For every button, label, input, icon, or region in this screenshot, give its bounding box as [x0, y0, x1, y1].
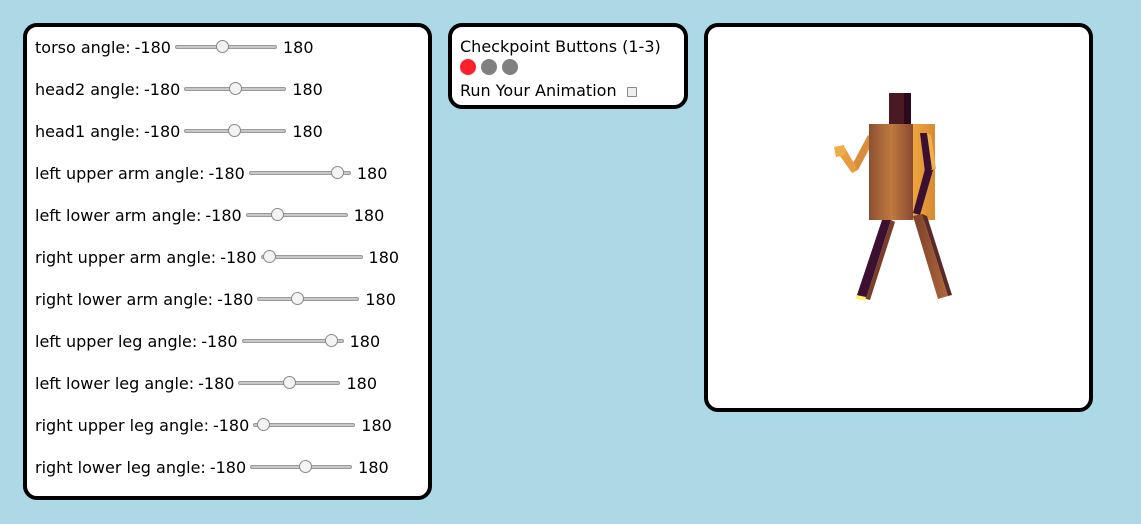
slider-track[interactable] — [257, 297, 360, 301]
slider-min-label: -180 — [144, 121, 181, 141]
slider-thumb[interactable] — [228, 124, 242, 137]
slider-max-label: 180 — [349, 331, 381, 351]
angle-slider[interactable] — [174, 38, 277, 56]
checkpoint-panel: Checkpoint Buttons (1-3) Run Your Animat… — [448, 23, 688, 109]
sliders-panel: torso angle: -180 180 head2 angle: -180 180 he… — [23, 23, 432, 500]
slider-min-label: -180 — [198, 373, 235, 393]
slider-thumb[interactable] — [229, 82, 243, 95]
slider-thumb[interactable] — [298, 460, 312, 473]
figure-model — [834, 93, 952, 301]
figure-right-leg — [913, 214, 948, 299]
slider-row: right lower arm angle: -180 180 — [35, 288, 396, 310]
slider-min-label: -180 — [134, 37, 171, 57]
checkpoint-button-2[interactable] — [481, 59, 497, 75]
slider-label: left upper arm angle: — [35, 163, 205, 183]
slider-track[interactable] — [260, 255, 363, 259]
slider-row: head1 angle: -180 180 — [35, 120, 323, 142]
angle-slider[interactable] — [245, 206, 348, 224]
slider-row: right upper leg angle: -180 180 — [35, 414, 392, 436]
slider-min-label: -180 — [220, 247, 257, 267]
slider-thumb[interactable] — [216, 40, 230, 53]
slider-row: left upper arm angle: -180 180 — [35, 162, 387, 184]
slider-label: head2 angle: — [35, 79, 140, 99]
slider-row: right lower leg angle: -180 180 — [35, 456, 389, 478]
slider-max-label: 180 — [365, 289, 396, 309]
slider-thumb[interactable] — [257, 418, 271, 431]
slider-max-label: 180 — [292, 79, 323, 99]
slider-min-label: -180 — [201, 331, 238, 351]
slider-thumb[interactable] — [262, 250, 276, 263]
angle-slider[interactable] — [253, 416, 356, 434]
run-animation-checkbox[interactable] — [626, 87, 637, 97]
angle-slider[interactable] — [241, 332, 344, 350]
slider-label: right upper leg angle: — [35, 415, 209, 435]
slider-row: left upper leg angle: -180 180 — [35, 330, 380, 352]
slider-min-label: -180 — [217, 289, 254, 309]
figure-torso — [869, 124, 913, 220]
slider-thumb[interactable] — [325, 334, 339, 347]
slider-max-label: 180 — [353, 205, 385, 225]
angle-slider[interactable] — [248, 164, 351, 182]
slider-label: right upper arm angle: — [35, 247, 217, 267]
slider-label: left lower leg angle: — [35, 373, 195, 393]
angle-slider[interactable] — [184, 122, 287, 140]
figure-head — [889, 93, 904, 124]
figure-head-side — [904, 93, 911, 124]
render-canvas[interactable] — [704, 23, 1093, 412]
angle-slider[interactable] — [184, 80, 287, 98]
slider-max-label: 180 — [358, 457, 389, 477]
checkpoint-button-3[interactable] — [502, 59, 518, 75]
run-animation-label: Run Your Animation — [460, 81, 617, 100]
slider-max-label: 180 — [356, 163, 388, 183]
slider-row: left lower arm angle: -180 180 — [35, 204, 384, 226]
slider-row: torso angle: -180 180 — [35, 36, 314, 58]
slider-min-label: -180 — [144, 79, 181, 99]
slider-min-label: -180 — [205, 205, 242, 225]
slider-row: head2 angle: -180 180 — [35, 78, 323, 100]
slider-thumb[interactable] — [331, 166, 345, 179]
angle-slider[interactable] — [238, 374, 341, 392]
slider-thumb[interactable] — [283, 376, 297, 389]
angle-slider[interactable] — [260, 248, 363, 266]
angle-slider[interactable] — [250, 458, 353, 476]
checkpoint-buttons — [460, 59, 518, 75]
slider-thumb[interactable] — [291, 292, 305, 305]
slider-max-label: 180 — [292, 121, 323, 141]
slider-max-label: 180 — [346, 373, 377, 393]
slider-thumb[interactable] — [270, 208, 284, 221]
figure-viewport — [834, 93, 952, 301]
slider-min-label: -180 — [212, 415, 250, 435]
angle-slider[interactable] — [257, 290, 360, 308]
checkpoint-button-1[interactable] — [460, 59, 476, 75]
slider-label: head1 angle: — [35, 121, 140, 141]
slider-max-label: 180 — [368, 247, 400, 267]
slider-track[interactable] — [245, 213, 348, 217]
checkpoint-title: Checkpoint Buttons (1-3) — [460, 37, 661, 56]
slider-label: left upper leg angle: — [35, 331, 198, 351]
slider-label: torso angle: — [35, 37, 131, 57]
slider-max-label: 180 — [282, 37, 314, 57]
slider-label: right lower leg angle: — [35, 457, 206, 477]
slider-min-label: -180 — [208, 163, 245, 183]
slider-row: right upper arm angle: -180 180 — [35, 246, 399, 268]
figure-left-hand — [834, 145, 846, 157]
slider-max-label: 180 — [361, 415, 392, 435]
slider-label: left lower arm angle: — [35, 205, 202, 225]
slider-row: left lower leg angle: -180 180 — [35, 372, 377, 394]
slider-label: right lower arm angle: — [35, 289, 214, 309]
slider-min-label: -180 — [209, 457, 247, 477]
run-animation-row: Run Your Animation — [460, 81, 637, 100]
